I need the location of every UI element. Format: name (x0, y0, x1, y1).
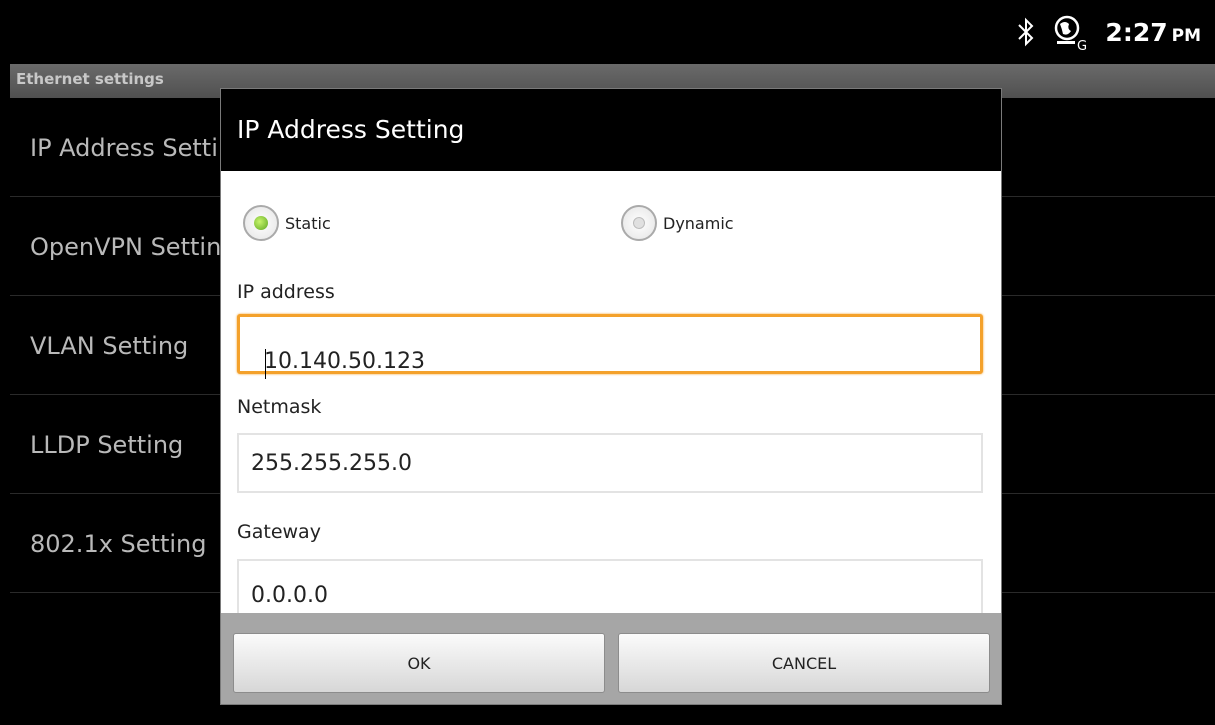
dynamic-radio-button[interactable] (621, 205, 657, 241)
settings-item-label: VLAN Setting (30, 332, 189, 360)
gateway-value: 0.0.0.0 (251, 583, 328, 608)
settings-item-label: 802.1x Setting (30, 530, 207, 558)
netmask-label: Netmask (237, 396, 322, 418)
gateway-label: Gateway (237, 521, 321, 543)
ok-button[interactable]: OK (233, 633, 605, 693)
dialog-button-bar: OK CANCEL (221, 613, 1001, 704)
settings-header-label: Ethernet settings (16, 70, 164, 88)
text-cursor (265, 349, 266, 379)
status-icons: G 2:27 PM (1015, 0, 1201, 64)
netmask-field[interactable]: 255.255.255.0 (237, 433, 983, 493)
static-radio-option[interactable]: Static (243, 205, 331, 241)
status-clock: 2:27 PM (1105, 18, 1201, 47)
settings-item-label: LLDP Setting (30, 431, 184, 459)
globe-g-icon: G (1055, 15, 1088, 52)
clock-ampm: PM (1171, 25, 1201, 46)
svg-text:G: G (1077, 39, 1087, 52)
gateway-field[interactable]: 0.0.0.0 (237, 559, 983, 613)
settings-item-label: IP Address Setting (30, 134, 249, 162)
clock-time: 2:27 (1105, 17, 1168, 47)
dynamic-radio-option[interactable]: Dynamic (621, 205, 734, 241)
ip-address-field[interactable]: 10.140.50.123 (237, 314, 983, 379)
radio-unselected-dot (633, 217, 645, 229)
radio-selected-dot (254, 216, 268, 230)
status-bar: G 2:27 PM (0, 0, 1215, 64)
dialog-body: Static Dynamic IP address 10.140.50.123 … (221, 171, 1001, 613)
dialog-title: IP Address Setting (237, 115, 465, 144)
ip-address-value: 10.140.50.123 (264, 349, 425, 374)
dialog-title-bar: IP Address Setting (221, 89, 1001, 171)
ip-address-dialog: IP Address Setting Static Dynamic IP add… (220, 88, 1002, 705)
bluetooth-icon (1018, 17, 1034, 47)
settings-item-label: OpenVPN Setting (30, 233, 237, 261)
cancel-button[interactable]: CANCEL (618, 633, 990, 693)
dynamic-radio-label[interactable]: Dynamic (663, 214, 734, 233)
static-radio-label[interactable]: Static (285, 214, 331, 233)
netmask-value: 255.255.255.0 (251, 451, 412, 476)
static-radio-button[interactable] (243, 205, 279, 241)
ip-address-label: IP address (237, 281, 335, 303)
